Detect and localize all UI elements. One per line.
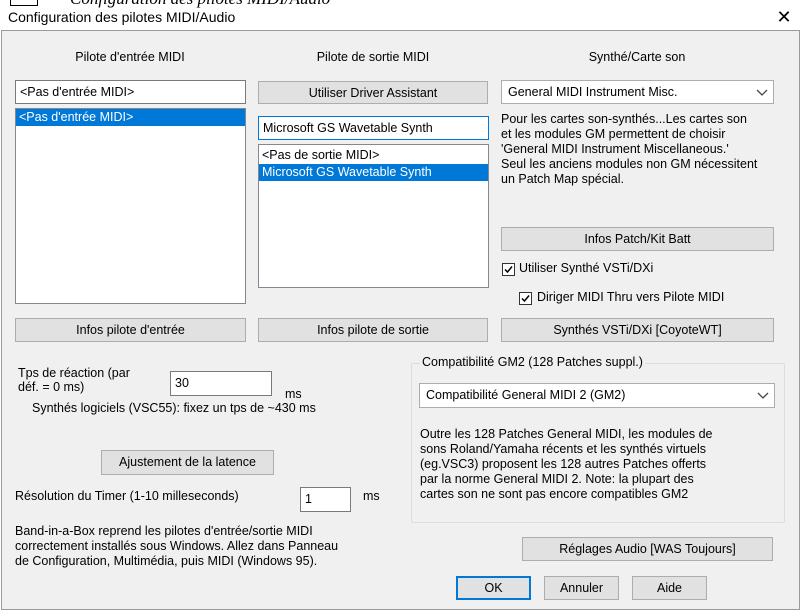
midi-out-list-item[interactable]: Microsoft GS Wavetable Synth — [259, 164, 488, 181]
vst-synths-button[interactable]: Synthés VSTi/DXi [CoyoteWT] — [501, 318, 774, 342]
cut-off-icon — [10, 0, 38, 6]
latency-input[interactable]: 30 — [170, 371, 272, 396]
chevron-down-icon — [757, 392, 769, 399]
midi-in-header: Pilote d'entrée MIDI — [75, 50, 185, 64]
gm2-note: Outre les 128 Patches General MIDI, les … — [420, 427, 713, 501]
midi-in-info-button[interactable]: Infos pilote d'entrée — [15, 318, 246, 342]
latency-adjust-button[interactable]: Ajustement de la latence — [101, 450, 274, 475]
latency-unit: ms — [285, 387, 302, 401]
gm2-dropdown-value: Compatibilité General MIDI 2 (GM2) — [426, 388, 626, 402]
synth-note: Pour les cartes son-synthés...Les cartes… — [501, 112, 758, 186]
chevron-down-icon — [756, 89, 768, 96]
synth-header: Synthé/Carte son — [588, 50, 686, 64]
checkmark-icon — [504, 266, 513, 274]
midi-thru-label[interactable]: Diriger MIDI Thru vers Pilote MIDI — [537, 290, 724, 304]
close-icon[interactable]: ✕ — [774, 8, 794, 28]
ok-button[interactable]: OK — [456, 576, 531, 600]
window-title: Configuration des pilotes MIDI/Audio — [8, 9, 236, 25]
midi-out-header: Pilote de sortie MIDI — [316, 50, 430, 64]
use-vst-label[interactable]: Utiliser Synthé VSTi/DXi — [519, 261, 653, 275]
timer-unit: ms — [363, 489, 380, 503]
help-button[interactable]: Aide — [632, 576, 707, 600]
latency-label: Tps de réaction (par déf. = 0 ms) — [18, 366, 130, 394]
midi-in-list[interactable]: <Pas d'entrée MIDI> — [15, 108, 246, 304]
timer-label: Résolution du Timer (1-10 milleseconds) — [15, 489, 239, 503]
midi-in-list-item[interactable]: <Pas d'entrée MIDI> — [16, 109, 245, 126]
driver-assistant-button[interactable]: Utiliser Driver Assistant — [258, 81, 488, 104]
checkmark-icon — [521, 295, 530, 303]
synth-dropdown[interactable]: General MIDI Instrument Misc. — [501, 80, 774, 104]
cancel-button[interactable]: Annuler — [544, 576, 619, 600]
patch-info-button[interactable]: Infos Patch/Kit Batt — [501, 227, 774, 251]
midi-out-list-item[interactable]: <Pas de sortie MIDI> — [259, 147, 488, 164]
midi-thru-checkbox[interactable] — [519, 292, 532, 305]
midi-in-field[interactable]: <Pas d'entrée MIDI> — [15, 80, 246, 104]
cut-off-caption: Configuration des pilotes MIDI/Audio — [70, 0, 330, 9]
use-vst-checkbox[interactable] — [502, 263, 515, 276]
gm2-group-label: Compatibilité GM2 (128 Patches suppl.) — [420, 355, 645, 369]
audio-settings-button[interactable]: Réglages Audio [WAS Toujours] — [522, 537, 773, 561]
footer-note: Band-in-a-Box reprend les pilotes d'entr… — [15, 524, 339, 568]
midi-out-list[interactable]: <Pas de sortie MIDI> Microsoft GS Waveta… — [258, 144, 489, 288]
midi-out-field[interactable]: Microsoft GS Wavetable Synth — [258, 116, 489, 140]
midi-out-info-button[interactable]: Infos pilote de sortie — [258, 318, 488, 342]
latency-hint: Synthés logiciels (VSC55): fixez un tps … — [32, 401, 316, 415]
gm2-dropdown[interactable]: Compatibilité General MIDI 2 (GM2) — [419, 383, 775, 408]
timer-input[interactable]: 1 — [300, 487, 351, 512]
synth-dropdown-value: General MIDI Instrument Misc. — [508, 85, 678, 99]
